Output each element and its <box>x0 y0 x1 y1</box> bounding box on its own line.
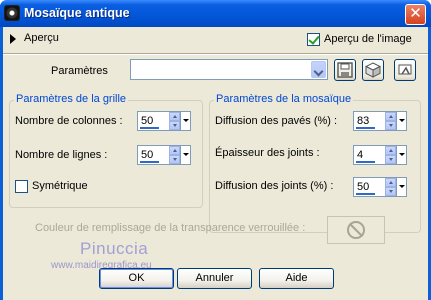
value-underline <box>356 161 375 163</box>
columns-decrement-icon[interactable] <box>169 121 180 130</box>
spin-arrows <box>385 112 396 130</box>
preview-toggle[interactable]: Aperçu <box>24 32 59 44</box>
help-button[interactable]: Aide <box>259 268 334 289</box>
reset-button[interactable] <box>394 59 416 81</box>
divider <box>3 53 428 55</box>
joint-thickness-menu-icon[interactable] <box>396 146 406 164</box>
columns-spinner[interactable]: 50 <box>137 111 191 131</box>
mosaic-settings-title: Paramètres de la mosaïque <box>214 93 354 105</box>
dialog-body: Aperçu Aperçu de l'image Paramètres Para… <box>3 27 428 300</box>
save-preset-button[interactable] <box>334 59 356 81</box>
fill-color-swatch <box>327 216 385 244</box>
tile-diffusion-menu-icon[interactable] <box>396 112 406 130</box>
rows-menu-icon[interactable] <box>180 146 190 164</box>
fill-color-label: Couleur de remplissage de la transparenc… <box>35 222 306 234</box>
app-icon <box>4 5 20 21</box>
joint-thickness-value[interactable]: 4 <box>357 149 363 161</box>
symmetric-label[interactable]: Symétrique <box>32 180 88 192</box>
image-preview-checkbox[interactable] <box>307 33 320 46</box>
spin-arrows <box>169 112 180 130</box>
joint-diffusion-spinner[interactable]: 50 <box>353 177 407 197</box>
tile-diffusion-increment-icon[interactable] <box>385 112 396 121</box>
dialog-window: Mosaïque antique ✕ Aperçu Aperçu de l'im… <box>0 0 431 300</box>
value-underline <box>140 127 159 129</box>
joint-thickness-increment-icon[interactable] <box>385 146 396 155</box>
presets-dropdown[interactable] <box>130 59 328 80</box>
value-underline <box>140 161 159 163</box>
columns-increment-icon[interactable] <box>169 112 180 121</box>
reset-icon <box>398 64 412 75</box>
watermark-name: Pinuccia <box>80 239 149 258</box>
close-button[interactable]: ✕ <box>405 4 426 25</box>
chevron-down-icon[interactable] <box>311 61 326 78</box>
joint-thickness-label: Épaisseur des joints : <box>215 147 320 159</box>
tile-diffusion-spinner[interactable]: 83 <box>353 111 407 131</box>
joint-diffusion-increment-icon[interactable] <box>385 178 396 187</box>
columns-label: Nombre de colonnes : <box>15 115 123 127</box>
expand-preview-icon[interactable] <box>10 34 16 44</box>
title-bar[interactable]: Mosaïque antique ✕ <box>0 0 431 27</box>
cancel-button[interactable]: Annuler <box>177 268 252 289</box>
joint-thickness-decrement-icon[interactable] <box>385 155 396 164</box>
rows-value[interactable]: 50 <box>141 149 153 161</box>
joint-thickness-spinner[interactable]: 4 <box>353 145 407 165</box>
preview-row: Aperçu Aperçu de l'image <box>3 27 428 52</box>
columns-menu-icon[interactable] <box>180 112 190 130</box>
rows-decrement-icon[interactable] <box>169 155 180 164</box>
joint-diffusion-value[interactable]: 50 <box>357 181 369 193</box>
window-title: Mosaïque antique <box>24 6 130 20</box>
spin-arrows <box>169 146 180 164</box>
rows-label: Nombre de lignes : <box>15 149 108 161</box>
rows-increment-icon[interactable] <box>169 146 180 155</box>
randomize-button[interactable] <box>362 59 384 81</box>
close-icon: ✕ <box>409 5 422 22</box>
joint-diffusion-label: Diffusion des joints (%) : <box>215 180 334 192</box>
save-icon <box>337 62 353 78</box>
dice-icon <box>365 62 381 78</box>
grid-settings-title: Paramètres de la grille <box>14 93 129 105</box>
tile-diffusion-label: Diffusion des pavés (%) : <box>215 115 338 127</box>
tile-diffusion-decrement-icon[interactable] <box>385 121 396 130</box>
image-preview-label[interactable]: Aperçu de l'image <box>324 33 412 45</box>
value-underline <box>356 193 375 195</box>
joint-diffusion-menu-icon[interactable] <box>396 178 406 196</box>
joint-diffusion-decrement-icon[interactable] <box>385 187 396 196</box>
presets-label: Paramètres <box>51 65 108 77</box>
spin-arrows <box>385 146 396 164</box>
value-underline <box>356 127 375 129</box>
columns-value[interactable]: 50 <box>141 115 153 127</box>
spin-arrows <box>385 178 396 196</box>
no-color-icon <box>347 221 365 239</box>
tile-diffusion-value[interactable]: 83 <box>357 115 369 127</box>
symmetric-checkbox[interactable] <box>15 180 28 193</box>
rows-spinner[interactable]: 50 <box>137 145 191 165</box>
ok-button[interactable]: OK <box>99 268 174 289</box>
